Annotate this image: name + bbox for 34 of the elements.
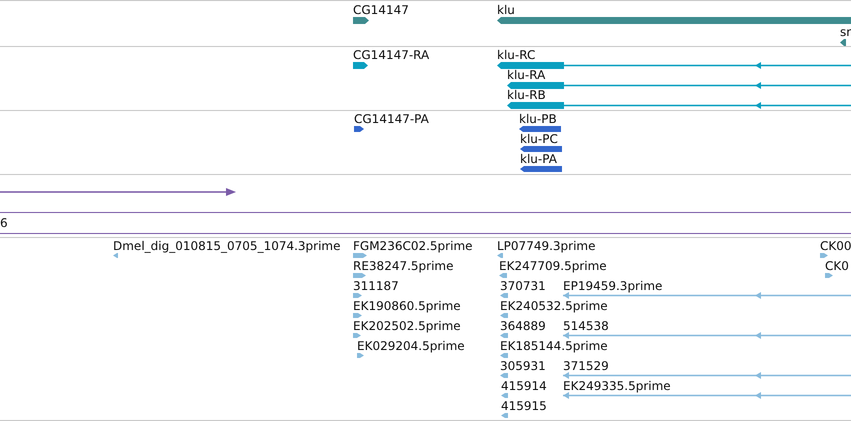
feature-label[interactable]: EK240532.5prime xyxy=(500,299,608,314)
feature-label[interactable]: klu-RA xyxy=(507,68,546,82)
feature-label[interactable]: klu-RB xyxy=(507,88,546,102)
feature-label[interactable]: CG14147-PA xyxy=(354,112,429,126)
feature-label[interactable]: 371529 xyxy=(563,359,609,374)
feature-label[interactable]: EK029204.5prime xyxy=(357,339,465,354)
feature-label[interactable]: klu-PC xyxy=(520,132,558,146)
feature-label[interactable]: 415915 xyxy=(501,399,547,414)
feature-label[interactable]: EK185144.5prime xyxy=(500,339,608,354)
feature-label[interactable]: klu xyxy=(497,3,515,17)
feature-label[interactable]: EK202502.5prime xyxy=(353,319,461,334)
feature-label[interactable]: 311187 xyxy=(353,279,399,294)
feature-label[interactable]: EK249335.5prime xyxy=(563,379,671,394)
feature-label[interactable]: 514538 xyxy=(563,319,609,334)
feature-label[interactable]: EK190860.5prime xyxy=(353,299,461,314)
feature-label[interactable]: klu-RC xyxy=(497,48,536,62)
feature-label[interactable]: EK247709.5prime xyxy=(499,259,607,274)
feature-label[interactable]: 364889 xyxy=(500,319,546,334)
feature-label[interactable]: LP07749.3prime xyxy=(497,239,596,254)
feature-label[interactable]: FGM236C02.5prime xyxy=(353,239,473,254)
feature-label[interactable]: CK0 xyxy=(825,259,849,274)
feature-label[interactable]: 370731 xyxy=(500,279,546,294)
feature-label[interactable]: klu-PB xyxy=(519,112,557,126)
feature-label[interactable]: EP19459.3prime xyxy=(563,279,662,294)
feature-label[interactable]: Dmel_dig_010815_0705_1074.3prime xyxy=(113,239,341,254)
feature-label: 6 xyxy=(0,216,8,230)
feature-label[interactable]: klu-PA xyxy=(520,152,557,166)
feature-label[interactable]: 305931 xyxy=(500,359,546,374)
feature-label[interactable]: CK00 xyxy=(820,239,851,254)
feature-label[interactable]: RE38247.5prime xyxy=(353,259,454,274)
feature-label[interactable]: sr xyxy=(840,25,851,39)
feature-label[interactable]: CG14147-RA xyxy=(353,48,430,62)
feature-label[interactable]: 415914 xyxy=(501,379,547,394)
feature-label[interactable]: CG14147 xyxy=(353,3,409,17)
